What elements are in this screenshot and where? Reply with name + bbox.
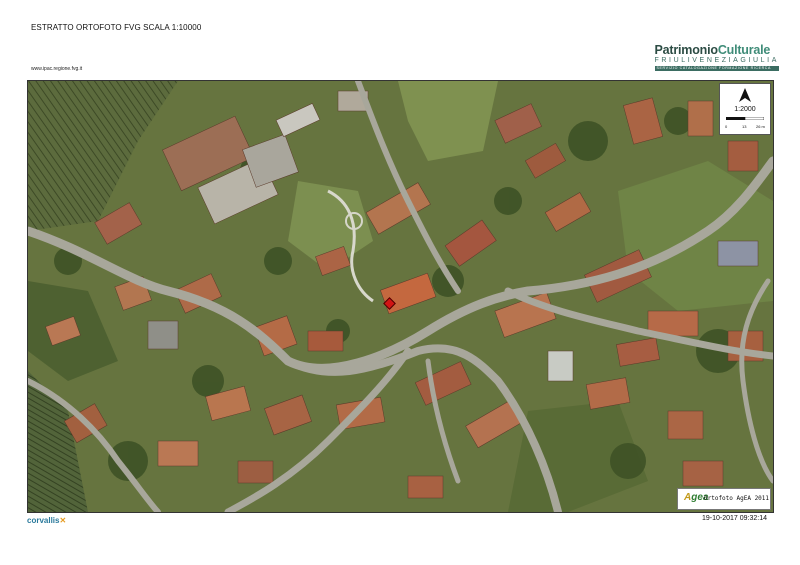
north-arrow-icon <box>739 88 751 102</box>
aerial-image <box>28 81 773 512</box>
scale-ratio: 1:2000 <box>734 106 756 113</box>
corvallis-logo: corvallis✕ <box>27 516 67 525</box>
scale-tick: 26 m <box>756 124 765 129</box>
scale-legend: 1:2000 0 13 26 m <box>719 83 771 135</box>
brand-tagline: SERVIZIO CATALOGAZIONE FORMAZIONE RICERC… <box>654 66 779 71</box>
map-title: ESTRATTO ORTOFOTO FVG SCALA 1:10000 <box>31 23 202 32</box>
source-url[interactable]: www.ipac.regione.fvg.it <box>31 66 82 72</box>
brand-logo: PatrimonioCulturale FRIULIVENEZIAGIULIA … <box>654 44 779 71</box>
timestamp: 19-10-2017 09:32:14 <box>702 515 767 522</box>
scale-bar <box>726 117 764 120</box>
agea-credit-text: Ortofoto AgEA 2011 <box>704 495 770 502</box>
brand-name-part2: Culturale <box>717 43 771 57</box>
scale-tick: 0 <box>725 124 728 129</box>
brand-subtitle: FRIULIVENEZIAGIULIA <box>654 57 779 64</box>
scale-tick: 13 <box>742 124 747 129</box>
agea-credit: Agea Ortofoto AgEA 2011 <box>677 488 771 510</box>
orthophoto-map[interactable]: 1:2000 0 13 26 m Agea Ortofoto AgEA 2011 <box>27 80 774 513</box>
brand-name-part1: Patrimonio <box>654 43 718 57</box>
brand-name: PatrimonioCulturale <box>655 44 779 57</box>
